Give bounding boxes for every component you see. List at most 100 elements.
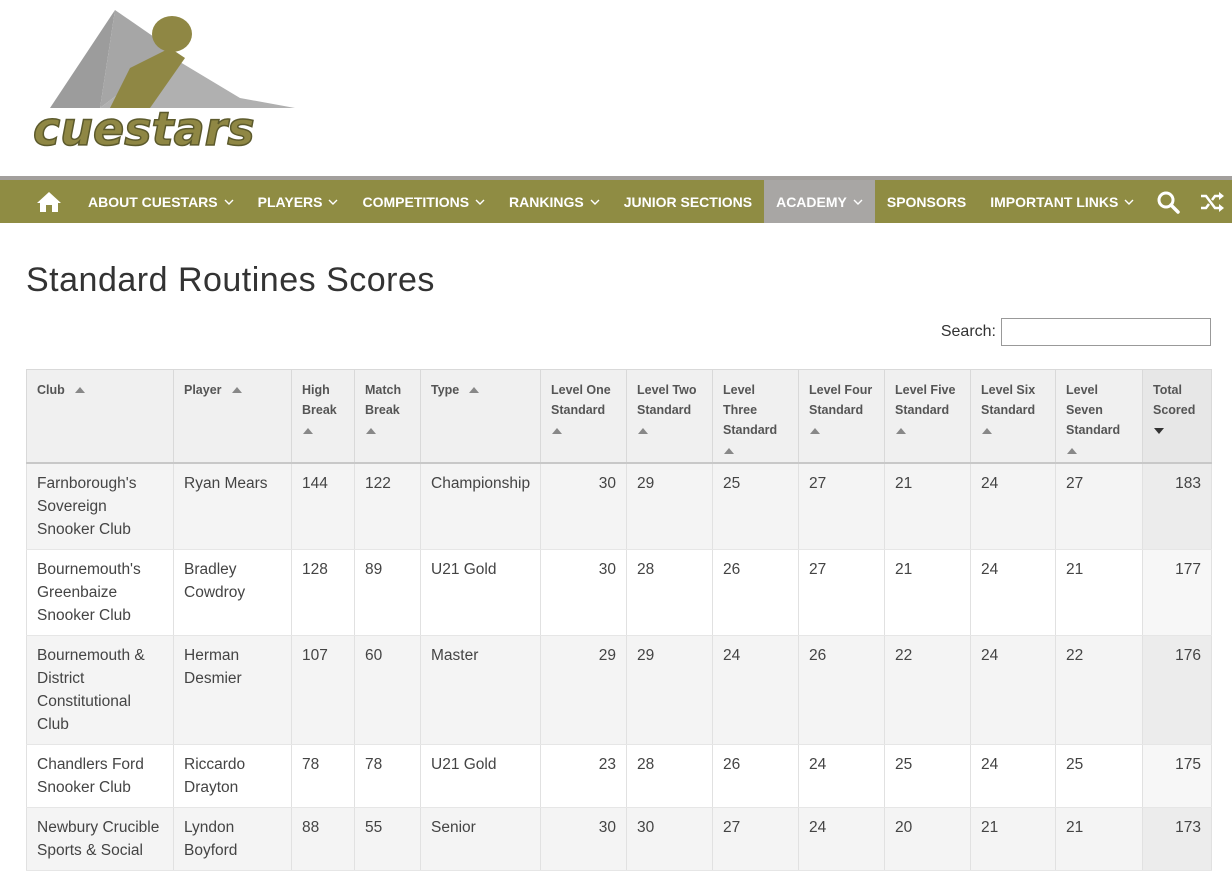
cell-player: Lyndon Boyford <box>173 807 292 871</box>
column-label: Level Five Standard <box>895 383 956 417</box>
cell-level-two: 28 <box>626 744 713 808</box>
random-toggle[interactable] <box>1190 180 1232 223</box>
column-header-total-scored[interactable]: Total Scored <box>1142 369 1212 464</box>
cell-level-four: 24 <box>798 807 885 871</box>
cell-type: Senior <box>420 807 541 871</box>
sort-up-icon <box>303 428 313 434</box>
sort-up-icon <box>469 386 480 393</box>
cell-match-break: 78 <box>354 744 421 808</box>
column-header-level-two[interactable]: Level Two Standard <box>626 369 713 464</box>
cell-level-three: 27 <box>712 807 799 871</box>
cell-level-seven: 22 <box>1055 635 1143 745</box>
cell-high-break: 78 <box>291 744 355 808</box>
sort-up-icon <box>810 428 820 434</box>
main-content: Standard Routines Scores Search: Club Pl… <box>26 223 1212 871</box>
cell-high-break: 107 <box>291 635 355 745</box>
cell-level-four: 24 <box>798 744 885 808</box>
cell-high-break: 88 <box>291 807 355 871</box>
home-link[interactable] <box>0 180 76 223</box>
column-header-type[interactable]: Type <box>420 369 541 464</box>
page-title: Standard Routines Scores <box>26 261 435 299</box>
cell-level-six: 24 <box>970 549 1056 636</box>
column-header-level-six[interactable]: Level Six Standard <box>970 369 1056 464</box>
site-header: cuestars <box>0 0 1232 176</box>
search-toggle[interactable] <box>1146 180 1190 223</box>
cell-total-scored: 173 <box>1142 807 1212 871</box>
shuffle-icon <box>1201 191 1225 212</box>
table-search: Search: <box>26 316 1211 348</box>
table-row: Chandlers Ford Snooker Club Riccardo Dra… <box>26 744 1212 808</box>
cell-total-scored: 183 <box>1142 463 1212 550</box>
cell-club: Chandlers Ford Snooker Club <box>26 744 174 808</box>
column-header-match-break[interactable]: Match Break <box>354 369 421 464</box>
column-header-high-break[interactable]: High Break <box>291 369 355 464</box>
column-header-level-three[interactable]: Level Three Standard <box>712 369 799 464</box>
nav-label: IMPORTANT LINKS <box>990 193 1119 210</box>
table-row: Bournemouth & District Constitutional Cl… <box>26 635 1212 745</box>
cell-level-six: 21 <box>970 807 1056 871</box>
cell-level-five: 21 <box>884 549 971 636</box>
cell-total-scored: 175 <box>1142 744 1212 808</box>
nav-item-competitions[interactable]: COMPETITIONS <box>350 180 497 223</box>
nav-item-players[interactable]: PLAYERS <box>246 180 351 223</box>
nav-item-academy[interactable]: ACADEMY <box>764 180 875 223</box>
sort-up-icon <box>896 428 906 434</box>
cell-high-break: 128 <box>291 549 355 636</box>
cell-match-break: 89 <box>354 549 421 636</box>
nav-label: PLAYERS <box>257 193 323 210</box>
column-header-club[interactable]: Club <box>26 369 174 464</box>
nav-item-rankings[interactable]: RANKINGS <box>497 180 612 223</box>
nav-item-junior-sections[interactable]: JUNIOR SECTIONS <box>612 180 764 223</box>
search-label: Search: <box>940 323 996 340</box>
sort-down-icon <box>1154 428 1164 434</box>
sort-up-icon <box>638 428 648 434</box>
column-header-level-five[interactable]: Level Five Standard <box>884 369 971 464</box>
cell-level-three: 24 <box>712 635 799 745</box>
nav-item-about[interactable]: ABOUT CUESTARS <box>76 180 246 223</box>
chevron-down-icon <box>590 199 600 205</box>
nav-item-sponsors[interactable]: SPONSORS <box>875 180 978 223</box>
column-header-level-one[interactable]: Level One Standard <box>540 369 627 464</box>
cell-type: U21 Gold <box>420 549 541 636</box>
column-label: Match Break <box>365 383 402 417</box>
column-header-level-four[interactable]: Level Four Standard <box>798 369 885 464</box>
cell-level-five: 21 <box>884 463 971 550</box>
cell-level-six: 24 <box>970 463 1056 550</box>
cell-level-four: 26 <box>798 635 885 745</box>
cell-level-two: 29 <box>626 463 713 550</box>
cell-match-break: 60 <box>354 635 421 745</box>
column-header-level-seven[interactable]: Level Seven Standard <box>1055 369 1143 464</box>
cell-player: Riccardo Drayton <box>173 744 292 808</box>
cell-level-seven: 21 <box>1055 549 1143 636</box>
cuestars-logo[interactable]: cuestars <box>30 8 305 153</box>
cell-level-three: 26 <box>712 549 799 636</box>
svg-text:cuestars: cuestars <box>33 102 255 153</box>
table-row: Newbury Crucible Sports & Social Lyndon … <box>26 807 1212 871</box>
cell-level-one: 29 <box>540 635 627 745</box>
sort-up-icon <box>982 428 992 434</box>
cell-total-scored: 177 <box>1142 549 1212 636</box>
column-label: Player <box>184 383 222 397</box>
column-label: Club <box>37 383 65 397</box>
chevron-down-icon <box>1124 199 1134 205</box>
sort-up-icon <box>231 386 242 393</box>
cell-club: Farnborough's Sovereign Snooker Club <box>26 463 174 550</box>
column-header-player[interactable]: Player <box>173 369 292 464</box>
nav-label: RANKINGS <box>509 193 584 210</box>
nav-item-important-links[interactable]: IMPORTANT LINKS <box>978 180 1146 223</box>
main-nav: ABOUT CUESTARS PLAYERS COMPETITIONS RANK… <box>0 176 1232 223</box>
sort-up-icon <box>1067 448 1077 454</box>
cell-club: Bournemouth's Greenbaize Snooker Club <box>26 549 174 636</box>
cell-level-six: 24 <box>970 744 1056 808</box>
cell-level-one: 23 <box>540 744 627 808</box>
cell-level-two: 29 <box>626 635 713 745</box>
sort-up-icon <box>74 386 85 393</box>
cell-level-three: 26 <box>712 744 799 808</box>
cell-level-one: 30 <box>540 463 627 550</box>
column-label: Total Scored <box>1153 383 1196 417</box>
column-label: Level One Standard <box>551 383 611 417</box>
search-input[interactable] <box>1001 318 1211 346</box>
cell-level-one: 30 <box>540 549 627 636</box>
sort-up-icon <box>366 428 376 434</box>
cell-player: Bradley Cowdroy <box>173 549 292 636</box>
